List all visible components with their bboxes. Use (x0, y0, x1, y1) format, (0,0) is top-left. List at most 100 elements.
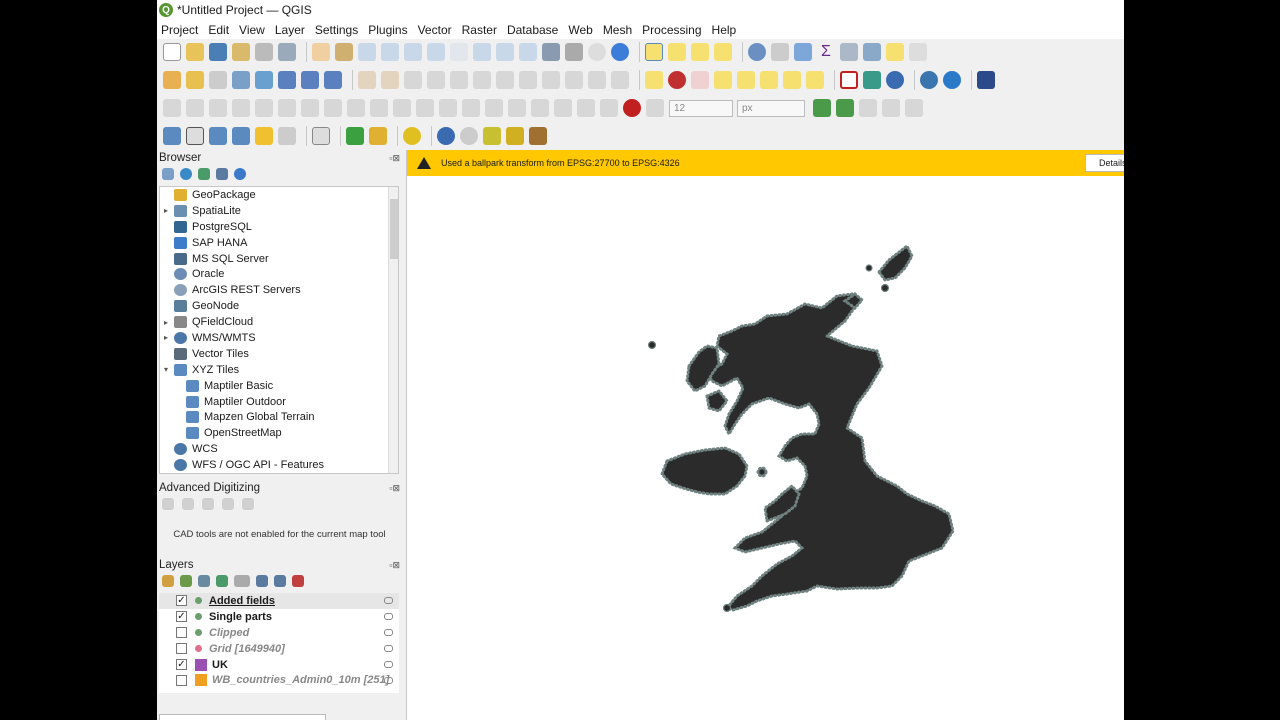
cube-2-icon[interactable] (506, 127, 524, 145)
browser-item[interactable]: GeoPackage (160, 187, 398, 203)
zoom-out-icon[interactable] (381, 43, 399, 61)
new-map-view-icon[interactable] (542, 43, 560, 61)
change-label-icon[interactable] (806, 71, 824, 89)
remove-layer-icon[interactable] (292, 575, 304, 587)
layer-row[interactable]: ✓ Added fields (159, 593, 399, 609)
new-spatialite-icon[interactable] (232, 71, 250, 89)
new-geopackage-icon[interactable] (186, 71, 204, 89)
label-abc-icon[interactable] (691, 71, 709, 89)
browser-item[interactable]: OpenStreetMap (160, 425, 398, 441)
style-layer-icon[interactable] (162, 575, 174, 587)
filter-browser-icon[interactable] (198, 168, 210, 180)
cad-enable-icon[interactable] (162, 498, 174, 510)
advanced-edit-icon-2[interactable] (186, 99, 204, 117)
new-shapefile-icon[interactable] (209, 71, 227, 89)
panel-float-close-icon[interactable]: ▫⊠ (389, 560, 400, 571)
advanced-edit-icon-8[interactable] (324, 99, 342, 117)
collapse-all-icon[interactable] (216, 168, 228, 180)
expand-arrow-icon[interactable]: ▸ (160, 206, 172, 215)
info-icon[interactable] (234, 168, 246, 180)
advanced-edit-icon-15[interactable] (485, 99, 503, 117)
annotation-icon[interactable] (886, 43, 904, 61)
hammer-icon[interactable] (529, 127, 547, 145)
snapping-type-icon[interactable] (646, 99, 664, 117)
cut-icon[interactable] (519, 71, 537, 89)
plugin-globe-icon[interactable] (886, 71, 904, 89)
layer-indicator-icon[interactable] (384, 597, 393, 605)
new-virtual-icon[interactable] (278, 71, 296, 89)
menu-view[interactable]: View (239, 23, 265, 37)
browser-item[interactable]: Mapzen Global Terrain (160, 409, 398, 425)
advanced-edit-icon-13[interactable] (439, 99, 457, 117)
menu-layer[interactable]: Layer (275, 23, 305, 37)
browser-item[interactable]: MS SQL Server (160, 251, 398, 267)
filter-expression-icon[interactable] (234, 575, 250, 587)
data-source-manager-icon[interactable] (163, 71, 181, 89)
menu-processing[interactable]: Processing (642, 23, 701, 37)
temporal-controller-icon[interactable] (588, 43, 606, 61)
intersection-icon[interactable] (882, 99, 900, 117)
pin-label-icon[interactable] (714, 71, 732, 89)
modify-attributes-icon[interactable] (473, 71, 491, 89)
layer-visibility-checkbox[interactable]: ✓ (176, 595, 187, 607)
text-format-icon[interactable] (312, 127, 330, 145)
browser-item[interactable]: Maptiler Outdoor (160, 394, 398, 410)
browser-item[interactable]: WFS / OGC API - Features (160, 457, 398, 473)
cad-parallel-icon[interactable] (202, 498, 214, 510)
browser-item[interactable]: ▸ WMS/WMTS (160, 330, 398, 346)
zoom-native-icon[interactable] (473, 43, 491, 61)
qfield-sync-icon[interactable] (346, 127, 364, 145)
menu-help[interactable]: Help (712, 23, 737, 37)
edit-pencil-icon[interactable] (358, 71, 376, 89)
menu-vector[interactable]: Vector (418, 23, 452, 37)
layer-row[interactable]: Grid [1649940] (159, 641, 399, 657)
advanced-edit-icon-5[interactable] (255, 99, 273, 117)
label-highlight-icon[interactable] (668, 71, 686, 89)
snapping-magnet-icon[interactable] (623, 99, 641, 117)
delete-selected-icon[interactable] (496, 71, 514, 89)
advanced-edit-icon-9[interactable] (347, 99, 365, 117)
self-snapping-icon[interactable] (859, 99, 877, 117)
add-polygon-annotation-icon[interactable] (209, 127, 227, 145)
menu-plugins[interactable]: Plugins (368, 23, 407, 37)
star-plugin-icon[interactable] (403, 127, 421, 145)
layer-row[interactable]: WB_countries_Admin0_10m [251] (159, 672, 399, 688)
processing-toolbox-icon[interactable] (794, 43, 812, 61)
expand-arrow-icon[interactable]: ▸ (160, 318, 172, 327)
undo-icon[interactable] (588, 71, 606, 89)
layer-indicator-icon[interactable] (384, 645, 393, 653)
new-project-icon[interactable] (163, 43, 181, 61)
panel-float-close-icon[interactable]: ▫⊠ (389, 483, 400, 494)
layer-row[interactable]: ✓ UK (159, 657, 399, 673)
select-features-icon[interactable] (645, 43, 663, 61)
menu-project[interactable]: Project (161, 23, 198, 37)
pan-to-selection-icon[interactable] (335, 43, 353, 61)
attribute-table-icon[interactable] (771, 43, 789, 61)
show-hide-label-icon[interactable] (737, 71, 755, 89)
layer-visibility-checkbox[interactable] (176, 643, 187, 655)
shape-digitize-icon[interactable] (840, 71, 858, 89)
select-annotation-icon[interactable] (186, 127, 204, 145)
zoom-full-icon[interactable] (404, 43, 422, 61)
topological-editing-icon[interactable] (836, 99, 854, 117)
move-selection-icon[interactable] (714, 43, 732, 61)
add-line-annotation-icon[interactable] (232, 127, 250, 145)
collapse-all-layers-icon[interactable] (274, 575, 286, 587)
filter-legend-icon[interactable] (216, 575, 228, 587)
browser-scrollbar[interactable] (388, 187, 398, 473)
layer-indicator-icon[interactable] (384, 661, 393, 668)
cloud-icon[interactable] (437, 127, 455, 145)
layer-indicator-icon[interactable] (384, 629, 393, 637)
vertex-tool-icon[interactable] (450, 71, 468, 89)
browser-item[interactable]: ArcGIS REST Servers (160, 282, 398, 298)
select-value-icon[interactable] (668, 43, 686, 61)
menu-web[interactable]: Web (568, 23, 592, 37)
advanced-edit-icon-20[interactable] (600, 99, 618, 117)
expand-arrow-icon[interactable]: ▸ (160, 333, 172, 342)
rotate-label-icon[interactable] (783, 71, 801, 89)
advanced-edit-icon-3[interactable] (209, 99, 227, 117)
browser-item[interactable]: Vector Tiles (160, 346, 398, 362)
cad-construction-icon[interactable] (182, 498, 194, 510)
menu-mesh[interactable]: Mesh (603, 23, 632, 37)
text-annotation-icon[interactable] (163, 127, 181, 145)
